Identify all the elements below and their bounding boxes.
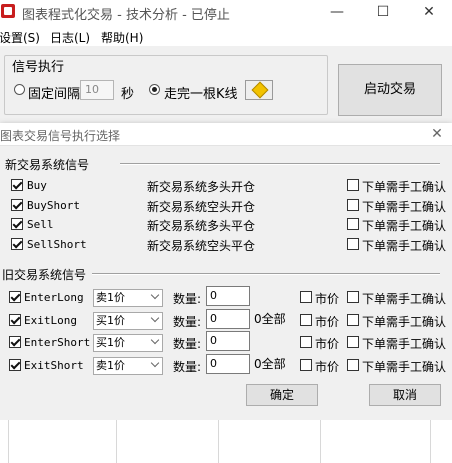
entershort-manual-checkbox[interactable] [347,336,359,348]
entershort-price-select[interactable]: 买1价 [93,334,163,352]
dialog-title: 图表交易信号执行选择 [0,129,121,143]
entershort-qty-input[interactable]: 0 [206,331,250,351]
enterlong-manual-checkbox[interactable] [347,291,359,303]
enterlong-market-checkbox[interactable] [300,291,312,303]
enterlong-market-label: 市价 [315,292,340,306]
entershort-price-value: 买1价 [96,336,125,349]
exitshort-qty-label: 数量: [173,360,202,374]
menu-settings[interactable]: 设置(S) [0,29,40,46]
cancel-button[interactable]: 取消 [369,384,441,406]
sell-desc: 新交易系统多头平仓 [147,219,256,233]
exitlong-price-select[interactable]: 买1价 [93,312,163,330]
entershort-qty-label: 数量: [173,337,202,351]
buy-label: Buy [27,179,47,192]
sellshort-checkbox[interactable] [11,238,23,250]
warning-diamond-icon [251,81,269,99]
entershort-manual-label: 下单需手工确认 [362,337,447,351]
kline-label: 走完一根K线 [164,87,238,102]
buy-desc: 新交易系统多头开仓 [147,180,256,194]
exitshort-label: ExitShort [24,359,84,372]
enterlong-manual-label: 下单需手工确认 [362,292,447,306]
start-trading-button[interactable]: 启动交易 [338,64,442,116]
enterlong-price-select[interactable]: 卖1价 [93,289,163,307]
chevron-down-icon [150,290,160,300]
menu-help[interactable]: 帮助(H) [101,29,143,46]
exitlong-price-value: 买1价 [96,314,125,327]
exitshort-manual-checkbox[interactable] [347,359,359,371]
buyshort-manual-label: 下单需手工确认 [362,200,447,214]
fixed-interval-radio[interactable] [14,84,25,95]
seconds-label: 秒 [121,87,135,102]
exitshort-market-label: 市价 [315,360,340,374]
entershort-market-label: 市价 [315,337,340,351]
exitlong-manual-label: 下单需手工确认 [362,315,447,329]
exitshort-price-select[interactable]: 卖1价 [93,357,163,375]
entershort-market-checkbox[interactable] [300,336,312,348]
fixed-interval-label: 固定间隔 [28,87,81,102]
chevron-down-icon [150,358,160,368]
buy-manual-checkbox[interactable] [347,179,359,191]
entershort-checkbox[interactable] [9,336,21,348]
exitlong-label: ExitLong [24,314,77,327]
exitlong-qty-label: 数量: [173,315,202,329]
grid-column-line [218,420,219,463]
exitlong-all-label[interactable]: 0全部 [254,310,286,327]
exitshort-checkbox[interactable] [9,359,21,371]
enterlong-qty-label: 数量: [173,292,202,306]
enterlong-label: EnterLong [24,291,84,304]
grid-column-line [8,420,9,463]
menu-log[interactable]: 日志(L) [50,29,90,46]
ok-button[interactable]: 确定 [246,384,318,406]
exitlong-market-label: 市价 [315,315,340,329]
buy-manual-label: 下单需手工确认 [362,180,447,194]
old-signals-title: 旧交易系统信号 [2,268,87,282]
exitlong-qty-input[interactable]: 0 [206,309,250,329]
enterlong-qty-input[interactable]: 0 [206,286,250,306]
buy-checkbox[interactable] [11,179,23,191]
new-signals-title: 新交易系统信号 [5,158,90,172]
new-signals-separator [120,163,440,165]
old-signals-separator [92,273,440,275]
sell-manual-label: 下单需手工确认 [362,219,447,233]
grid-column-line [116,420,117,463]
chevron-down-icon [150,313,160,323]
minimize-button[interactable]: — [314,0,360,26]
sell-manual-checkbox[interactable] [347,218,359,230]
enterlong-checkbox[interactable] [9,291,21,303]
exitlong-manual-checkbox[interactable] [347,314,359,326]
exitshort-price-value: 卖1价 [96,359,125,372]
enterlong-price-value: 卖1价 [96,291,125,304]
exitshort-manual-label: 下单需手工确认 [362,360,447,374]
signal-group-title: 信号执行 [10,56,67,75]
interval-input[interactable]: 10 [80,80,114,100]
buyshort-manual-checkbox[interactable] [347,199,359,211]
log-grid [0,420,452,463]
app-logo-icon [1,4,15,18]
dialog-close-button[interactable]: ✕ [426,124,448,144]
chevron-down-icon [150,335,160,345]
sellshort-desc: 新交易系统空头平仓 [147,239,256,253]
exitshort-all-label[interactable]: 0全部 [254,355,286,372]
kline-radio[interactable] [149,84,160,95]
grid-column-line [320,420,321,463]
close-button[interactable]: ✕ [406,0,452,26]
exitshort-market-checkbox[interactable] [300,359,312,371]
window-title: 图表程式化交易 - 技术分析 - 已停止 [22,8,230,23]
buyshort-checkbox[interactable] [11,199,23,211]
exitlong-market-checkbox[interactable] [300,314,312,326]
exitshort-qty-input[interactable]: 0 [206,354,250,374]
sellshort-label: SellShort [27,238,87,251]
warning-toggle-button[interactable] [245,80,273,100]
sellshort-manual-label: 下单需手工确认 [362,239,447,253]
grid-column-line [430,420,431,463]
sellshort-manual-checkbox[interactable] [347,238,359,250]
buyshort-desc: 新交易系统空头开仓 [147,200,256,214]
sell-checkbox[interactable] [11,218,23,230]
entershort-label: EnterShort [24,336,91,349]
exitlong-checkbox[interactable] [9,314,21,326]
sell-label: Sell [27,218,54,231]
maximize-button[interactable]: ☐ [360,0,406,26]
buyshort-label: BuyShort [27,199,80,212]
